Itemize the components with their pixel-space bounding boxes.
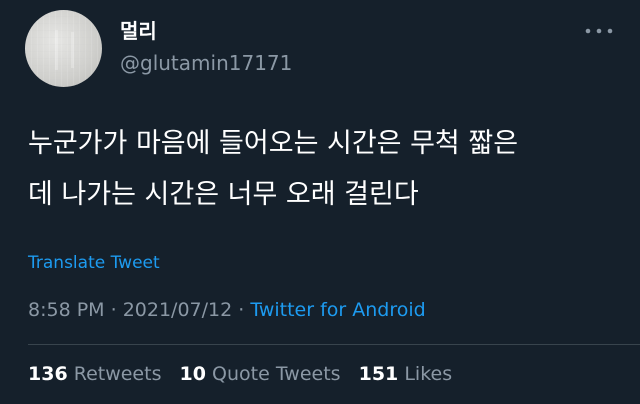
tweet-text-line: 누군가가 마음에 들어오는 시간은 무척 짧은: [28, 128, 519, 159]
more-horizontal-icon[interactable]: [584, 24, 614, 38]
meta-separator: ·: [110, 299, 117, 321]
quote-tweets-stat[interactable]: 10 Quote Tweets: [180, 363, 341, 385]
display-name[interactable]: 멀리: [120, 15, 157, 44]
likes-label: Likes: [404, 363, 453, 385]
tweet-text-line: 데 나가는 시간은 너무 오래 걸린다: [28, 179, 419, 210]
retweets-stat[interactable]: 136 Retweets: [28, 363, 161, 385]
likes-count: 151: [358, 363, 399, 385]
divider: [28, 344, 640, 345]
avatar[interactable]: [25, 10, 102, 87]
user-handle[interactable]: @glutamin17171: [120, 51, 292, 75]
quote-tweets-count: 10: [179, 363, 206, 385]
likes-stat[interactable]: 151 Likes: [359, 363, 453, 385]
meta-separator: ·: [238, 299, 245, 321]
tweet-source-link[interactable]: Twitter for Android: [250, 299, 425, 321]
tweet-text: 누군가가 마음에 들어오는 시간은 무척 짧은 데 나가는 시간은 너무 오래 …: [28, 118, 618, 220]
quote-tweets-label: Quote Tweets: [212, 363, 341, 385]
retweets-label: Retweets: [73, 363, 162, 385]
avatar-texture: [55, 30, 58, 70]
tweet-date[interactable]: 2021/07/12: [123, 299, 233, 321]
tweet-time[interactable]: 8:58 PM: [28, 299, 105, 321]
avatar-texture: [71, 32, 74, 68]
retweets-count: 136: [28, 363, 68, 385]
translate-tweet-link[interactable]: Translate Tweet: [28, 253, 160, 273]
tweet-meta: 8:58 PM · 2021/07/12 · Twitter for Andro…: [28, 299, 426, 321]
tweet-stats: 136 Retweets 10 Quote Tweets 151 Likes: [28, 363, 464, 385]
